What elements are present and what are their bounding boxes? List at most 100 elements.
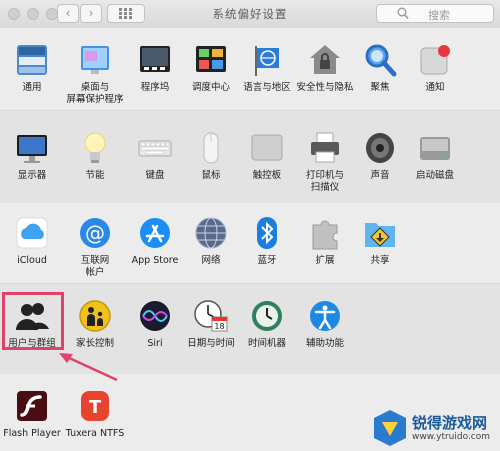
watermark-url: www.ytruido.com: [412, 432, 491, 442]
pref-pane-parental-controls[interactable]: 家长控制: [65, 298, 125, 350]
pref-pane-time-machine[interactable]: 时间机器: [237, 298, 297, 350]
magnifier-icon: [362, 42, 398, 78]
pref-pane-label: iCloud: [17, 255, 47, 266]
mission-control-icon: [193, 42, 229, 78]
close-button[interactable]: [8, 8, 20, 20]
pref-pane-label: 启动磁盘: [415, 170, 454, 181]
notifications-icon: [417, 42, 453, 78]
forward-button[interactable]: ›: [80, 4, 102, 23]
mouse-icon: [193, 130, 229, 166]
pref-pane-label: 家长控制: [75, 338, 114, 349]
pref-pane-label: 打印机与 扫描仪: [305, 170, 344, 193]
pref-pane-internet-accounts[interactable]: @ 互联网 帐户: [65, 215, 125, 279]
svg-text:T: T: [89, 397, 102, 418]
pref-pane-siri[interactable]: Siri: [125, 298, 185, 350]
pref-pane-printers-scanners[interactable]: 打印机与 扫描仪: [295, 130, 355, 194]
pref-pane-label: 互联网 帐户: [80, 255, 110, 278]
at-sign-icon: @: [77, 215, 113, 251]
pref-pane-label: 辅助功能: [305, 338, 344, 349]
pref-pane-sound[interactable]: 声音: [350, 130, 410, 182]
pref-pane-trackpad[interactable]: 触控板: [237, 130, 297, 182]
pref-pane-label: 扩展: [315, 255, 335, 266]
pref-pane-label: 声音: [370, 170, 390, 181]
pref-pane-icloud[interactable]: iCloud: [2, 215, 62, 267]
title-bar: ‹ › 系统偏好设置 搜索: [0, 0, 500, 29]
siri-icon: [137, 298, 173, 334]
watermark: 锐得游戏网 www.ytruido.com: [370, 408, 498, 448]
pref-pane-mission-control[interactable]: 调度中心: [181, 42, 241, 94]
pref-pane-label: 日期与时间: [187, 338, 235, 349]
pref-pane-sharing[interactable]: 共享: [350, 215, 410, 267]
pref-pane-accessibility[interactable]: 辅助功能: [295, 298, 355, 350]
accessibility-icon: [307, 298, 343, 334]
watermark-text: 锐得游戏网: [412, 414, 488, 432]
pref-pane-keyboard[interactable]: 键盘: [125, 130, 185, 182]
highlight-box: [2, 292, 64, 350]
pref-pane-notifications[interactable]: 通知: [405, 42, 465, 94]
pref-pane-label: Tuxera NTFS: [65, 428, 125, 439]
flash-player-icon: [14, 388, 50, 424]
pref-pane-spotlight[interactable]: 聚焦: [350, 42, 410, 94]
pref-pane-language-region[interactable]: 语言与地区: [237, 42, 297, 94]
pref-pane-label: 桌面与 屏幕保护程序: [66, 82, 124, 105]
parental-controls-icon: [77, 298, 113, 334]
pref-pane-dock[interactable]: 程序坞: [125, 42, 185, 94]
pref-pane-general[interactable]: 通用: [2, 42, 62, 94]
pref-pane-bluetooth[interactable]: 蓝牙: [237, 215, 297, 267]
pref-pane-label: 聚焦: [370, 82, 390, 93]
pointer-arrow: [59, 353, 118, 382]
dock-icon: [137, 42, 173, 78]
keyboard-icon: [137, 130, 173, 166]
pref-pane-network[interactable]: 网络: [181, 215, 241, 267]
pref-pane-label: Flash Player: [3, 428, 61, 439]
pref-pane-mouse[interactable]: 鼠标: [181, 130, 241, 182]
back-button[interactable]: ‹: [57, 4, 79, 23]
window-title: 系统偏好设置: [212, 7, 288, 21]
pref-pane-tuxera-ntfs[interactable]: T Tuxera NTFS: [65, 388, 125, 440]
show-all-button[interactable]: [107, 4, 145, 23]
pref-pane-displays[interactable]: 显示器: [2, 130, 62, 182]
search-placeholder: 搜索: [428, 9, 450, 22]
pref-pane-label: 语言与地区: [243, 82, 291, 93]
pref-pane-startup-disk[interactable]: 启动磁盘: [405, 130, 465, 182]
search-field[interactable]: 搜索: [376, 4, 494, 23]
pref-pane-energy-saver[interactable]: 节能: [65, 130, 125, 182]
network-globe-icon: [193, 215, 229, 251]
pref-pane-date-time[interactable]: 18 日期与时间: [181, 298, 241, 350]
sharing-folder-icon: [362, 215, 398, 251]
pref-pane-label: 触控板: [252, 170, 282, 181]
pref-pane-label: 网络: [201, 255, 221, 266]
pref-pane-label: 时间机器: [247, 338, 286, 349]
printer-icon: [307, 130, 343, 166]
lightbulb-icon: [77, 130, 113, 166]
tuxera-icon: T: [77, 388, 113, 424]
pref-pane-desktop-screensaver[interactable]: 桌面与 屏幕保护程序: [65, 42, 125, 106]
grid-icon: [119, 8, 132, 19]
app-store-icon: [137, 215, 173, 251]
clock-calendar-icon: 18: [193, 298, 229, 334]
house-lock-icon: [307, 42, 343, 78]
pref-pane-flash-player[interactable]: Flash Player: [2, 388, 62, 440]
cloud-icon: [14, 215, 50, 251]
watermark-logo-icon: [374, 410, 406, 446]
hard-disk-icon: [417, 130, 453, 166]
minimize-button[interactable]: [27, 8, 39, 20]
general-icon: [14, 42, 50, 78]
trackpad-icon: [249, 130, 285, 166]
pref-pane-label: 调度中心: [191, 82, 230, 93]
pref-pane-label: 通知: [425, 82, 445, 93]
pref-pane-label: 共享: [370, 255, 390, 266]
svg-text:18: 18: [214, 322, 224, 331]
bluetooth-icon: [249, 215, 285, 251]
pref-pane-label: Siri: [147, 338, 163, 349]
pref-pane-app-store[interactable]: App Store: [125, 215, 185, 267]
svg-text:@: @: [85, 221, 105, 245]
pref-pane-label: 节能: [85, 170, 105, 181]
time-machine-icon: [249, 298, 285, 334]
pref-pane-label: App Store: [131, 255, 179, 266]
pref-pane-label: 显示器: [17, 170, 47, 181]
puzzle-icon: [307, 215, 343, 251]
pref-pane-extensions[interactable]: 扩展: [295, 215, 355, 267]
pref-pane-security-privacy[interactable]: 安全性与隐私: [295, 42, 355, 94]
pref-pane-label: 程序坞: [140, 82, 170, 93]
